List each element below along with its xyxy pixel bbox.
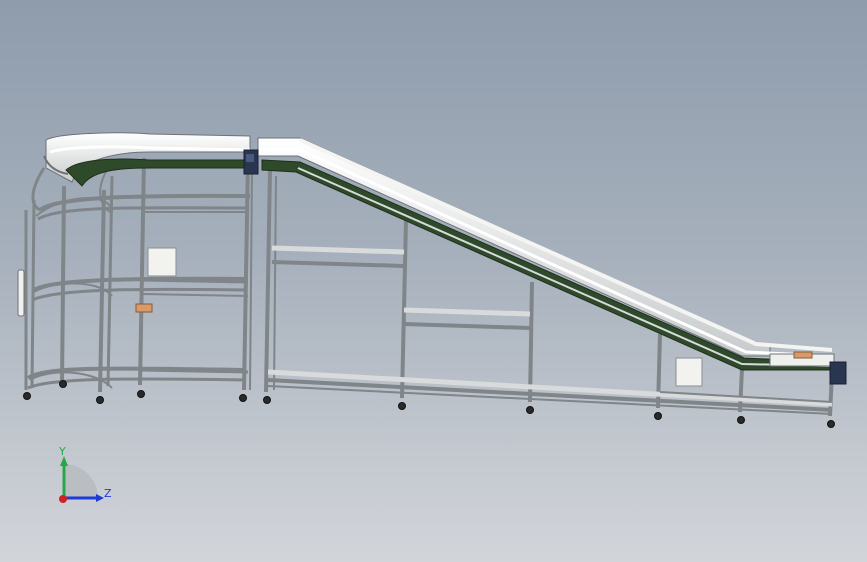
triad-plane — [64, 464, 98, 498]
view-triad: Y Z — [58, 445, 112, 503]
y-axis-label: Y — [58, 445, 66, 458]
z-axis-label: Z — [104, 487, 112, 500]
x-axis-dot — [59, 495, 67, 503]
cad-graphics-viewport[interactable]: Y Z — [0, 0, 867, 562]
